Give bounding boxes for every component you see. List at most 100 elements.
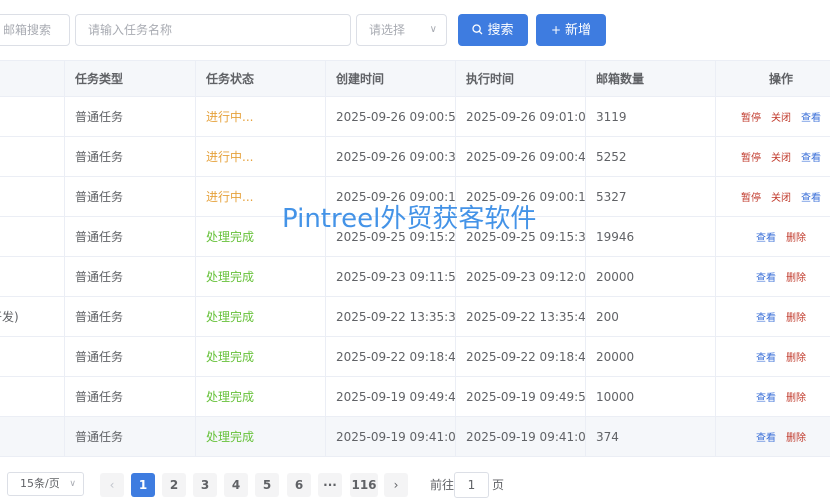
task-name-cell [0,97,65,137]
delete-action-link[interactable]: 删除 [786,419,806,457]
executed-time-cell: 2025-09-26 09:01:03 [456,97,586,137]
view-action-link[interactable]: 查看 [756,219,776,257]
mail-search-input[interactable]: 邮箱搜索 [0,14,70,46]
actions-cell: 暂停 关闭 查看 [716,177,830,217]
task-name-cell [0,417,65,457]
task-name-input[interactable]: 请输入任务名称 [75,14,351,46]
view-action-link[interactable]: 查看 [801,99,821,137]
search-button[interactable]: 搜索 [458,14,528,46]
goto-page-suffix: 页 [492,478,505,492]
filter-toolbar: 邮箱搜索 请输入任务名称 请选择 ∨ 搜索 + 新增 [0,0,830,60]
actions-cell: 查看 删除 [716,257,830,297]
executed-time-cell: 2025-09-23 09:12:02 [456,257,586,297]
actions-cell: 查看 删除 [716,417,830,457]
task-status-cell: 处理完成 [196,297,326,337]
goto-page-input[interactable]: 1 [454,472,489,498]
table-row: 开发)普通任务处理完成2025-09-22 13:35:352025-09-22… [0,297,830,337]
table-row: 普通任务 进行中... 2025-09-26 09:00:58 2025-09-26 … [0,97,830,137]
header-name [0,61,65,97]
executed-time-cell: 2025-09-22 13:35:40 [456,297,586,337]
mail-count-cell: 5327 [586,177,716,217]
close-action-link[interactable]: 关闭 [771,99,791,137]
view-action-link[interactable]: 查看 [756,299,776,337]
task-type-cell: 普通任务 [65,177,196,217]
executed-time-cell: 2025-09-19 09:49:50 [456,377,586,417]
mail-count-cell: 374 [586,417,716,457]
view-action-link[interactable]: 查看 [756,339,776,377]
task-type-cell: 普通任务 [65,257,196,297]
task-name-cell [0,257,65,297]
created-time-cell: 2025-09-22 09:18:41 [326,337,456,377]
task-name-cell [0,377,65,417]
page-button[interactable]: 116 [350,473,378,497]
delete-action-link[interactable]: 删除 [786,379,806,417]
page-size-select[interactable]: 15条/页 ∨ [7,472,84,496]
view-action-link[interactable]: 查看 [801,179,821,217]
page-ellipsis[interactable]: ··· [318,473,342,497]
page-button[interactable]: 6 [287,473,311,497]
executed-time-cell: 2025-09-19 09:41:08 [456,417,586,457]
mail-count-cell: 3119 [586,97,716,137]
task-type-cell: 普通任务 [65,137,196,177]
page-button[interactable]: 1 [131,473,155,497]
delete-action-link[interactable]: 删除 [786,299,806,337]
delete-action-link[interactable]: 删除 [786,259,806,297]
mail-count-cell: 5252 [586,137,716,177]
created-time-cell: 2025-09-23 09:11:57 [326,257,456,297]
chevron-down-icon: ∨ [429,24,437,35]
created-time-cell: 2025-09-26 09:00:39 [326,137,456,177]
executed-time-cell: 2025-09-22 09:18:46 [456,337,586,377]
page-button[interactable]: 4 [224,473,248,497]
pause-action-link[interactable]: 暂停 [741,99,761,137]
task-name-cell [0,177,65,217]
task-type-cell: 普通任务 [65,297,196,337]
actions-cell: 暂停 关闭 查看 [716,97,830,137]
page-button[interactable]: 5 [255,473,279,497]
view-action-link[interactable]: 查看 [756,259,776,297]
prev-page-button[interactable]: ‹ [100,473,124,497]
mail-count-cell: 20000 [586,337,716,377]
page-button[interactable]: 2 [162,473,186,497]
table-row: 普通任务 处理完成 2025-09-22 09:18:41 2025-09-22 09… [0,337,830,377]
goto-label: 前往 [430,478,455,492]
task-name-cell [0,337,65,377]
task-status-cell: 处理完成 [196,257,326,297]
close-action-link[interactable]: 关闭 [771,139,791,177]
mail-count-cell: 20000 [586,257,716,297]
task-name-cell: 开发) [0,297,65,337]
task-type-cell: 普通任务 [65,417,196,457]
table-row: 普通任务 进行中... 2025-09-26 09:00:39 2025-09-26 … [0,137,830,177]
task-name-cell [0,137,65,177]
table-row: 普通任务 处理完成 2025-09-19 09:49:45 2025-09-19 09… [0,377,830,417]
table-row: 普通任务 处理完成 2025-09-23 09:11:57 2025-09-23 09… [0,257,830,297]
close-action-link[interactable]: 关闭 [771,179,791,217]
table-header: 任务类型 任务状态 创建时间 执行时间 邮箱数量 操作 [0,60,830,97]
mail-count-cell: 19946 [586,217,716,257]
status-select[interactable]: 请选择 ∨ [356,14,447,46]
created-time-cell: 2025-09-19 09:41:03 [326,417,456,457]
delete-action-link[interactable]: 删除 [786,219,806,257]
header-task-status: 任务状态 [196,61,326,97]
actions-cell: 暂停 关闭 查看 [716,137,830,177]
executed-time-cell: 2025-09-26 09:00:44 [456,137,586,177]
delete-action-link[interactable]: 删除 [786,339,806,377]
status-select-placeholder: 请选择 [369,23,406,37]
mail-count-cell: 200 [586,297,716,337]
plus-icon: + [550,23,562,37]
next-page-button[interactable]: › [384,473,408,497]
mail-count-cell: 10000 [586,377,716,417]
search-button-label: 搜索 [487,23,514,38]
task-name-cell [0,217,65,257]
add-button[interactable]: + 新增 [536,14,606,46]
header-executed-time: 执行时间 [456,61,586,97]
header-actions: 操作 [768,72,793,86]
pause-action-link[interactable]: 暂停 [741,179,761,217]
actions-cell: 查看 删除 [716,377,830,417]
created-time-cell: 2025-09-22 13:35:35 [326,297,456,337]
view-action-link[interactable]: 查看 [801,139,821,177]
page-button[interactable]: 3 [193,473,217,497]
watermark: Pintreel外贸获客软件 [282,204,537,234]
view-action-link[interactable]: 查看 [756,419,776,457]
view-action-link[interactable]: 查看 [756,379,776,417]
pause-action-link[interactable]: 暂停 [741,139,761,177]
